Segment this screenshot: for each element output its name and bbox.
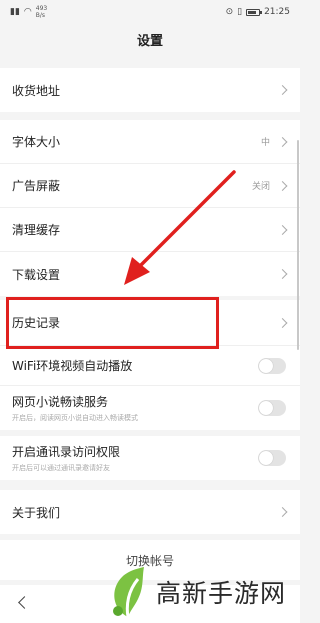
wifi-autoplay-toggle[interactable] — [258, 357, 286, 374]
settings-item-label: 开启通讯录访问权限 — [12, 445, 121, 459]
section-about: 关于我们 — [0, 490, 300, 534]
page-title: 设置 — [136, 34, 163, 49]
settings-item-label: 关于我们 — [12, 505, 61, 520]
novel-service-toggle[interactable] — [258, 400, 286, 416]
settings-item-wifi-autoplay: WiFi环境视频自动播放 — [0, 346, 300, 386]
chevron-right-icon — [277, 507, 288, 517]
settings-item-address[interactable]: 收货地址 — [0, 68, 300, 112]
settings-item-text: 开启通讯录访问权限 开启后可以通过通讯录邀请好友 — [12, 443, 120, 473]
chevron-right-icon — [277, 136, 288, 147]
network-speed-unit: B/s — [35, 12, 46, 19]
settings-item-font-size[interactable]: 字体大小 中 — [0, 120, 300, 164]
chevron-right-icon — [277, 180, 288, 191]
status-left: ▮▮ ◠ 493 B/s — [10, 5, 47, 19]
settings-item-label: 网页小说畅读服务 — [12, 395, 109, 409]
chevron-right-icon — [277, 85, 288, 95]
status-right: ⊙ ▯ 21:25 — [226, 7, 290, 17]
settings-item-label: 字体大小 — [12, 135, 61, 149]
settings-item-description: 开启后可以通过通讯录邀请好友 — [12, 464, 110, 472]
chevron-right-icon — [277, 224, 288, 235]
vibrate-icon: ▯ — [237, 7, 243, 17]
battery-icon — [246, 8, 263, 16]
settings-item-description: 开启后，阅读网页小说自动进入畅读模式 — [12, 414, 138, 422]
wifi-icon: ◠ — [23, 7, 32, 17]
settings-item-about[interactable]: 关于我们 — [0, 490, 300, 534]
settings-item-label: 收货地址 — [12, 83, 61, 98]
network-speed-value: 493 — [35, 5, 48, 12]
watermark-logo-icon — [113, 567, 144, 618]
signal-icon: ▮▮ — [10, 7, 20, 17]
settings-item-label: 下载设置 — [12, 267, 61, 282]
section-general: 字体大小 中 广告屏蔽 关闭 清理缓存 下载设置 — [0, 120, 300, 296]
settings-item-label: 清理缓存 — [12, 223, 61, 237]
chevron-right-icon — [277, 269, 288, 279]
watermark-text: 高新手游网 — [156, 579, 287, 608]
network-speed: 493 B/s — [36, 5, 47, 19]
settings-item-value: 中 — [260, 138, 270, 148]
chevron-right-icon — [277, 317, 288, 328]
alarm-icon: ⊙ — [225, 7, 234, 17]
status-bar: ▮▮ ◠ 493 B/s ⊙ ▯ 21:25 — [0, 0, 300, 24]
settings-item-label: 广告屏蔽 — [12, 179, 61, 193]
settings-item-label: WiFi环境视频自动播放 — [12, 359, 133, 373]
scrollbar[interactable] — [297, 140, 299, 350]
section-address: 收货地址 — [0, 68, 300, 112]
annotation-highlight-box — [6, 297, 219, 349]
settings-item-text: 网页小说畅读服务 开启后，阅读网页小说自动进入畅读模式 — [12, 393, 138, 423]
back-icon[interactable] — [18, 596, 31, 609]
settings-item-ad-block[interactable]: 广告屏蔽 关闭 — [0, 164, 300, 208]
clock: 21:25 — [264, 7, 290, 17]
contacts-permission-toggle[interactable] — [258, 450, 286, 466]
settings-item-download[interactable]: 下载设置 — [0, 252, 300, 296]
settings-item-contacts-permission: 开启通讯录访问权限 开启后可以通过通讯录邀请好友 — [0, 436, 300, 480]
watermark: 高新手游网 — [108, 565, 286, 619]
settings-item-clear-cache[interactable]: 清理缓存 — [0, 208, 300, 252]
settings-item-novel-service: 网页小说畅读服务 开启后，阅读网页小说自动进入畅读模式 — [0, 386, 300, 430]
settings-item-value: 关闭 — [251, 182, 270, 192]
section-contacts: 开启通讯录访问权限 开启后可以通过通讯录邀请好友 — [0, 436, 300, 480]
